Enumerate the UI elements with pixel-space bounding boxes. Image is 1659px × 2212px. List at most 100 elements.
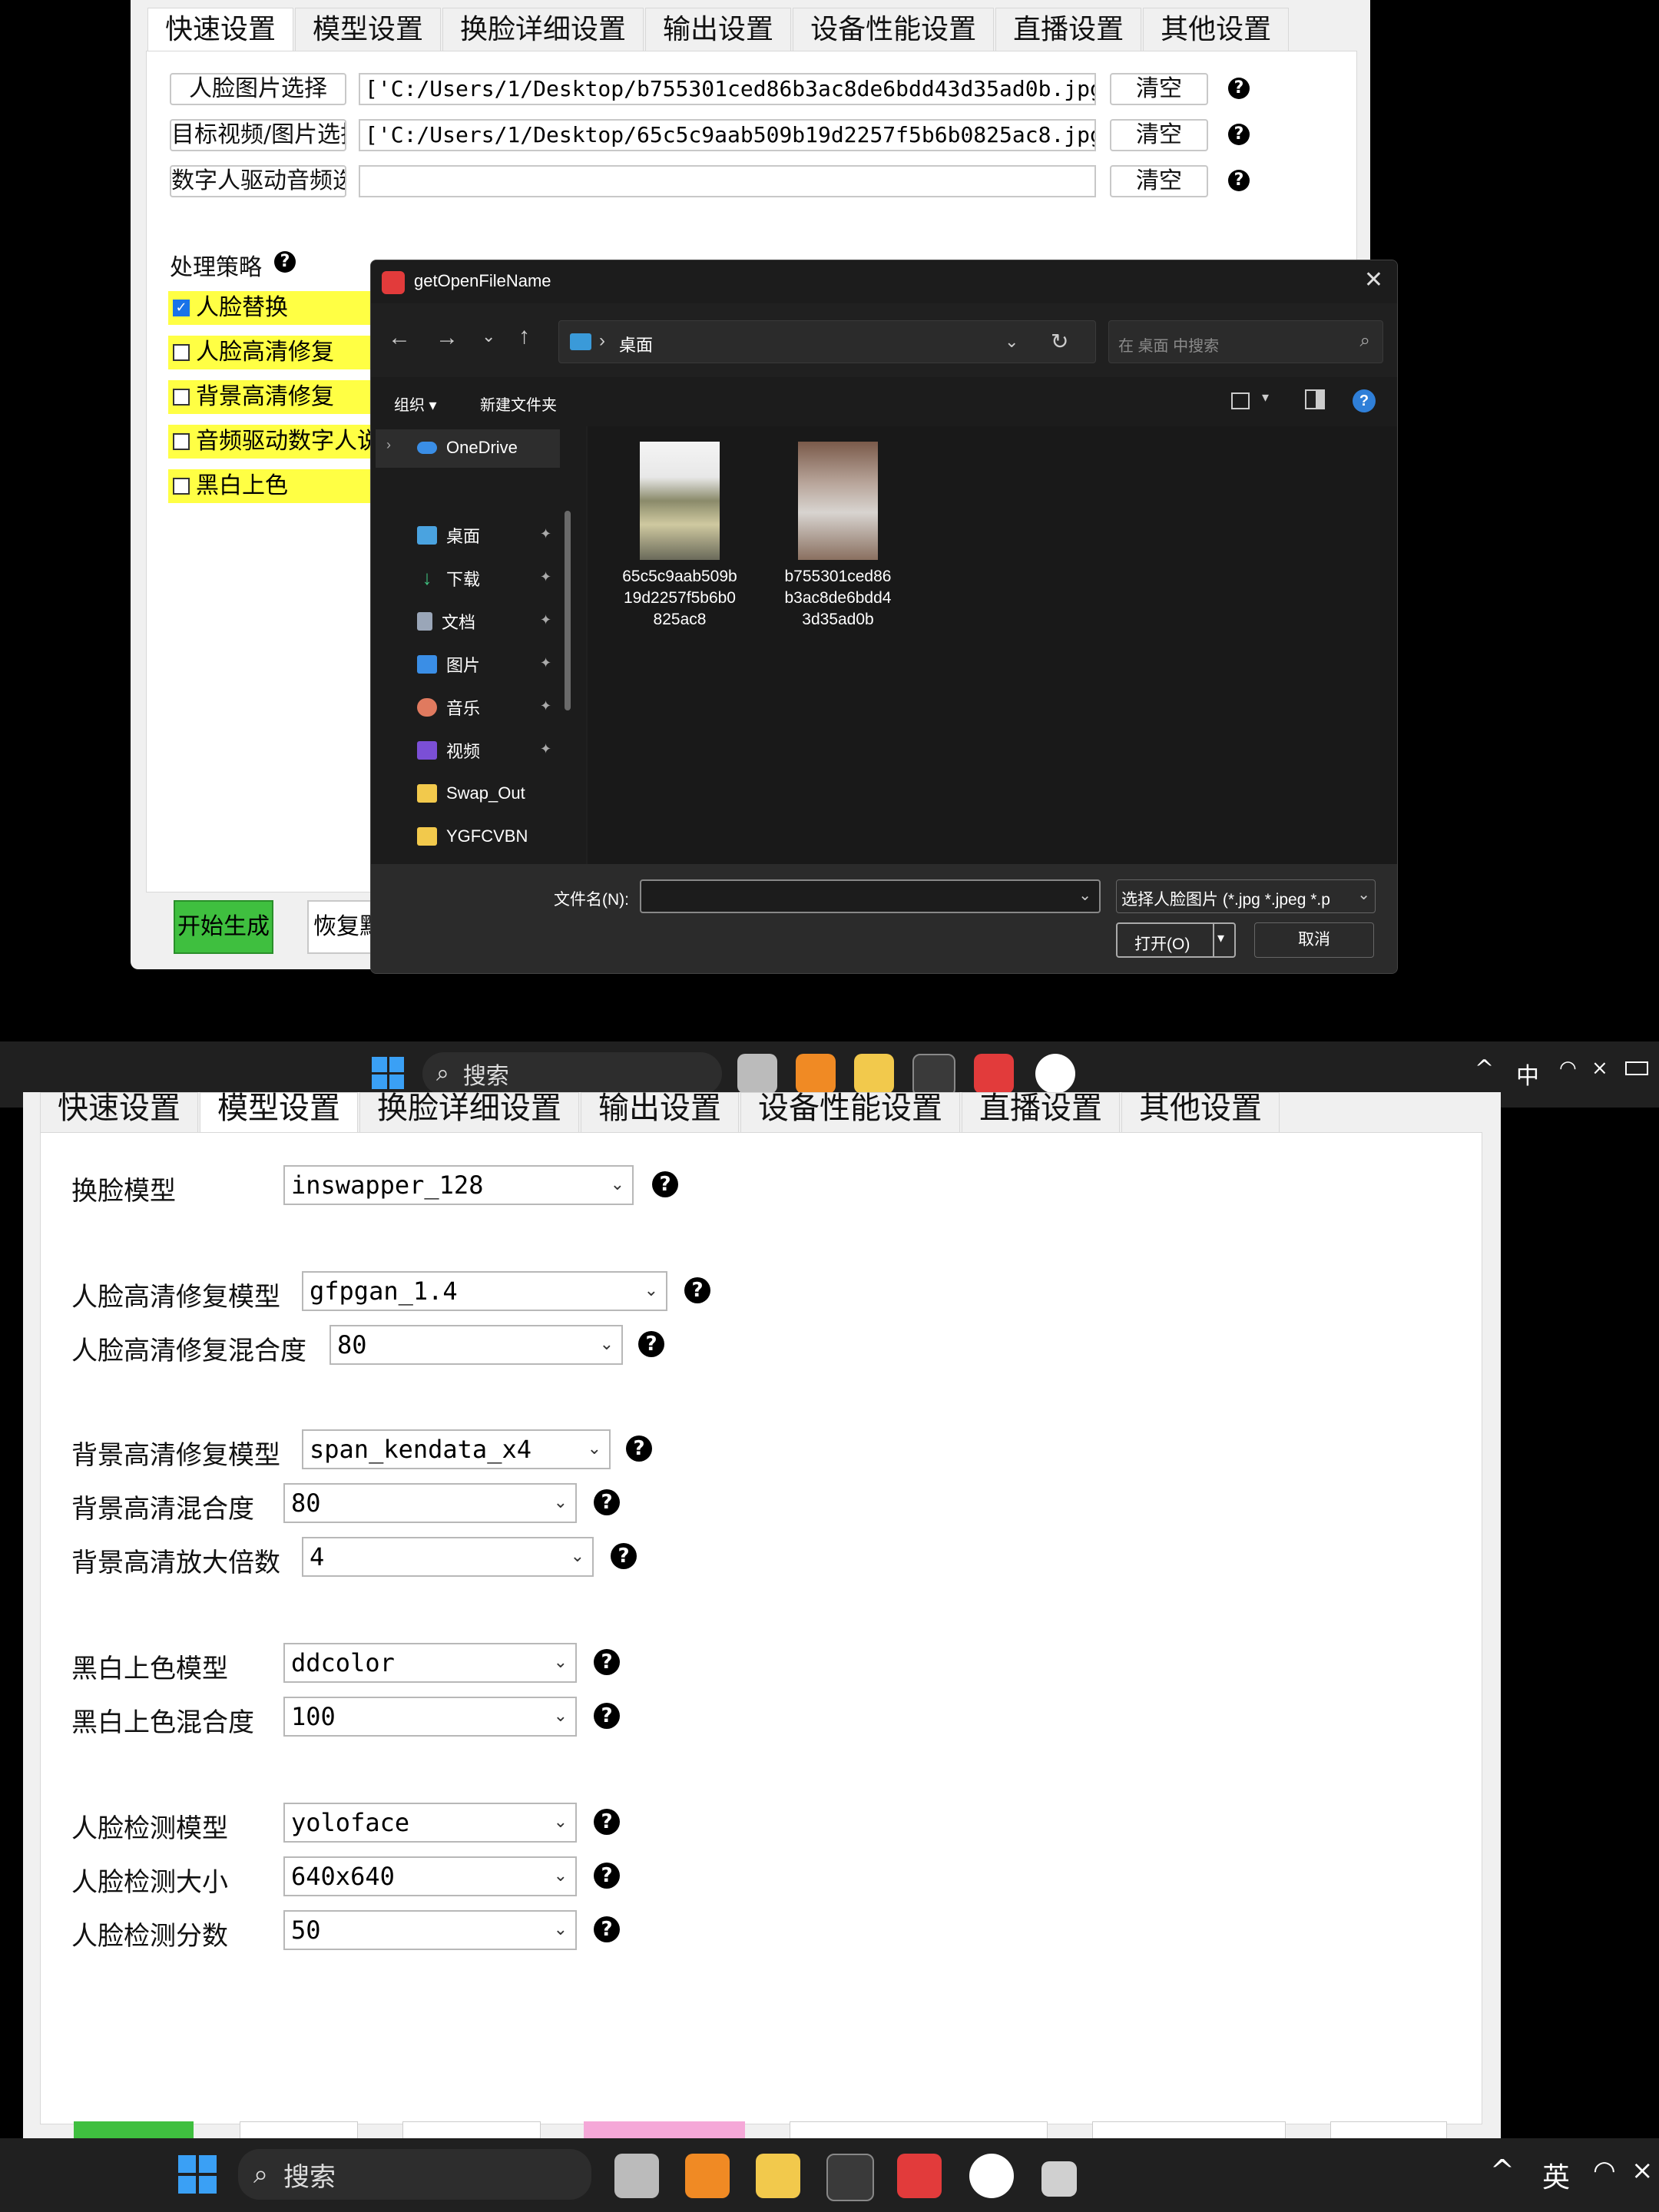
help-icon[interactable]: ? — [638, 1331, 664, 1357]
help-icon[interactable]: ? — [611, 1543, 637, 1569]
address-bar[interactable]: › 桌面 ⌄ ↻ — [558, 320, 1096, 363]
swap-model-select[interactable]: inswapper_128 ⌄ — [283, 1165, 634, 1205]
ime-indicator[interactable]: 中 — [1516, 1057, 1539, 1091]
clear-target-media-button[interactable]: 清空 — [1110, 119, 1208, 151]
target-media-select-button[interactable]: 目标视频/图片选择 — [170, 119, 346, 151]
ime-indicator[interactable]: 英 — [1542, 2155, 1570, 2195]
option-face-enhance[interactable]: 人脸高清修复 — [168, 336, 376, 369]
toolbar-button[interactable] — [1092, 2121, 1286, 2138]
taskbar-search[interactable]: ⌕ 搜索 — [238, 2149, 591, 2200]
file-explorer-icon[interactable] — [756, 2154, 800, 2198]
sidebar-item-music[interactable]: 音乐 — [417, 692, 480, 723]
tab-output-settings[interactable]: 输出设置 — [581, 1092, 739, 1133]
back-arrow-icon[interactable]: ← — [388, 325, 411, 351]
face-detect-size-select[interactable]: 640x640 ⌄ — [283, 1856, 577, 1896]
help-icon[interactable]: ? — [1228, 78, 1250, 99]
tab-output-settings[interactable]: 输出设置 — [645, 8, 792, 51]
bg-upscale-select[interactable]: 4 ⌄ — [302, 1537, 594, 1577]
preview-pane-icon[interactable] — [1305, 389, 1325, 409]
clear-face-image-button[interactable]: 清空 — [1110, 73, 1208, 105]
search-icon[interactable]: ⌕ — [1360, 330, 1370, 352]
option-colorize[interactable]: 黑白上色 — [168, 469, 376, 503]
sidebar-item-onedrive[interactable]: OneDrive — [417, 432, 518, 463]
sidebar-item-pictures[interactable]: 图片 — [417, 649, 480, 680]
pin-icon[interactable]: ✦ — [540, 612, 551, 628]
filename-input[interactable]: ⌄ — [640, 879, 1101, 913]
help-icon[interactable]: ? — [594, 1863, 620, 1889]
tab-model-settings[interactable]: 模型设置 — [200, 1092, 358, 1133]
chevron-down-icon[interactable]: ⌄ — [1357, 885, 1370, 904]
face-enhance-blend-select[interactable]: 80 ⌄ — [329, 1325, 623, 1365]
battery-icon[interactable] — [1625, 1061, 1648, 1075]
start-icon[interactable] — [372, 1057, 404, 1089]
help-icon[interactable]: ? — [594, 1809, 620, 1835]
cancel-button[interactable]: 取消 — [1254, 922, 1374, 958]
file-item[interactable]: b755301ced86 b3ac8de6bdd4 3d35ad0b — [761, 439, 899, 638]
checkbox[interactable] — [173, 344, 190, 361]
toolbar-button[interactable] — [584, 2121, 745, 2138]
tab-faceswap-detail[interactable]: 换脸详细设置 — [442, 8, 644, 51]
chevron-up-icon[interactable]: ^ — [1490, 2154, 1515, 2187]
chevron-up-icon[interactable]: ^ — [1475, 1055, 1494, 1082]
tab-faceswap-detail[interactable]: 换脸详细设置 — [359, 1092, 579, 1133]
help-icon[interactable]: ? — [594, 1703, 620, 1729]
colorize-blend-select[interactable]: 100 ⌄ — [283, 1697, 577, 1737]
pin-icon[interactable]: ✦ — [540, 655, 551, 671]
face-detect-score-select[interactable]: 50 ⌄ — [283, 1910, 577, 1950]
qq-icon[interactable] — [969, 2154, 1014, 2198]
task-view-icon[interactable] — [614, 2154, 659, 2198]
help-icon[interactable]: ? — [1353, 389, 1376, 412]
toolbar-button[interactable] — [240, 2121, 358, 2138]
help-icon[interactable]: ? — [594, 1916, 620, 1942]
face-enhance-model-select[interactable]: gfpgan_1.4 ⌄ — [302, 1271, 667, 1311]
wifi-icon[interactable]: ◠ — [1593, 2155, 1616, 2186]
toolbar-button[interactable] — [790, 2121, 1048, 2138]
face-detect-model-select[interactable]: yoloface ⌄ — [283, 1803, 577, 1843]
checkbox-checked[interactable]: ✓ — [173, 300, 190, 316]
file-type-select[interactable]: 选择人脸图片 (*.jpg *.jpeg *.p ⌄ — [1116, 879, 1376, 913]
qq-icon[interactable] — [1035, 1054, 1075, 1094]
refresh-icon[interactable]: ↻ — [1051, 329, 1068, 354]
tab-model-settings[interactable]: 模型设置 — [295, 8, 442, 51]
start-icon[interactable] — [178, 2155, 217, 2194]
pin-icon[interactable]: ✦ — [540, 741, 551, 757]
app-logo-icon[interactable] — [974, 1054, 1014, 1094]
tab-device-performance[interactable]: 设备性能设置 — [793, 8, 995, 51]
tab-live-settings[interactable]: 直播设置 — [962, 1092, 1120, 1133]
option-face-swap[interactable]: ✓ 人脸替换 — [168, 291, 376, 325]
mute-icon[interactable]: × — [1631, 2155, 1654, 2186]
open-button[interactable]: 打开(O) ▾ — [1116, 922, 1236, 958]
sidebar-scrollbar[interactable] — [565, 511, 571, 710]
app-icon[interactable] — [685, 2154, 730, 2198]
help-icon[interactable]: ? — [684, 1277, 710, 1303]
audio-select-button[interactable]: 数字人驱动音频选择 — [170, 165, 346, 197]
option-audio-digital-human[interactable]: 音频驱动数字人说话 — [168, 425, 376, 459]
toolbar-button[interactable] — [1330, 2121, 1447, 2138]
bg-enhance-model-select[interactable]: span_kendata_x4 ⌄ — [302, 1429, 611, 1469]
expand-chevron-icon[interactable]: › — [386, 437, 391, 453]
file-explorer-icon[interactable] — [854, 1054, 894, 1094]
new-folder-button[interactable]: 新建文件夹 — [480, 392, 557, 415]
recent-chevron-icon[interactable]: ⌄ — [482, 326, 495, 346]
colorize-model-select[interactable]: ddcolor ⌄ — [283, 1643, 577, 1683]
pin-icon[interactable]: ✦ — [540, 698, 551, 714]
organize-button[interactable]: 组织 ▾ — [394, 392, 437, 415]
help-icon[interactable]: ? — [652, 1171, 678, 1197]
task-view-icon[interactable] — [737, 1054, 777, 1094]
mute-icon[interactable]: × — [1591, 1057, 1608, 1080]
sidebar-item-videos[interactable]: 视频 — [417, 735, 480, 766]
bg-enhance-blend-select[interactable]: 80 ⌄ — [283, 1483, 577, 1523]
close-icon[interactable]: ✕ — [1364, 267, 1383, 293]
face-image-select-button[interactable]: 人脸图片选择 — [170, 73, 346, 105]
chevron-down-icon[interactable]: ⌄ — [1078, 886, 1091, 905]
clear-audio-button[interactable]: 清空 — [1110, 165, 1208, 197]
sidebar-item-documents[interactable]: 文档 — [417, 606, 475, 637]
snipping-tool-icon[interactable] — [1041, 2161, 1077, 2197]
checkbox[interactable] — [173, 389, 190, 406]
restore-defaults-button[interactable]: 恢复默认 — [307, 900, 376, 954]
pin-icon[interactable]: ✦ — [540, 526, 551, 542]
sidebar-item-downloads[interactable]: ↓ 下载 — [417, 563, 481, 594]
help-icon[interactable]: ? — [626, 1435, 652, 1462]
terminal-icon[interactable] — [912, 1054, 955, 1097]
tab-quick-settings[interactable]: 快速设置 — [147, 8, 294, 51]
